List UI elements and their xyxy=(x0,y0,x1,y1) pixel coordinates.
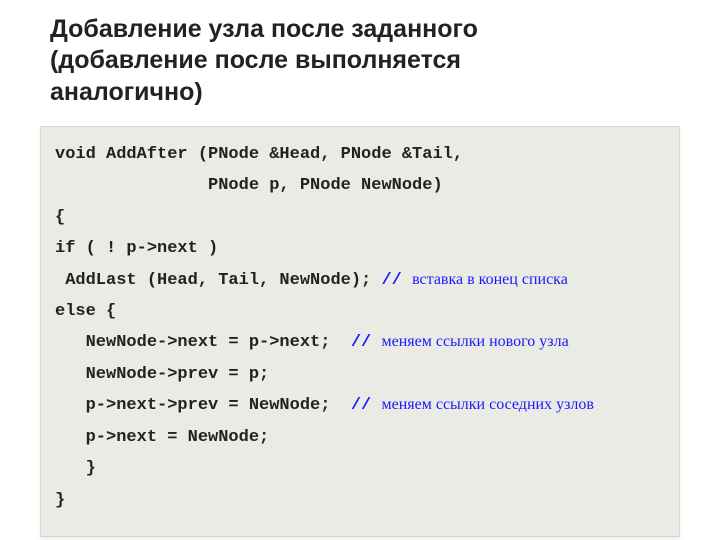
code-line: p->next = NewNode; xyxy=(55,422,665,453)
comment-slash: // xyxy=(351,396,382,415)
code-text: NewNode->next = p->next; xyxy=(55,333,351,352)
code-text: AddLast (Head, Tail, NewNode); xyxy=(55,271,381,290)
comment-slash: // xyxy=(381,271,412,290)
code-line: if ( ! p->next ) xyxy=(55,233,665,264)
comment-slash: // xyxy=(351,333,382,352)
code-line: } xyxy=(55,453,665,484)
code-line: else { xyxy=(55,296,665,327)
slide-title: Добавление узла после заданного (добавле… xyxy=(50,14,670,108)
code-line: NewNode->next = p->next; // меняем ссылк… xyxy=(55,327,665,358)
code-line: AddLast (Head, Tail, NewNode); // вставк… xyxy=(55,265,665,296)
code-line: { xyxy=(55,202,665,233)
title-line-1: Добавление узла после заданного xyxy=(50,15,478,43)
code-line: PNode p, PNode NewNode) xyxy=(55,170,665,201)
code-line: } xyxy=(55,485,665,516)
code-text: p->next->prev = NewNode; xyxy=(55,396,351,415)
code-block: void AddAfter (PNode &Head, PNode &Tail,… xyxy=(40,126,680,537)
title-line-3: аналогично) xyxy=(50,78,203,106)
title-line-2: (добавление после выполняется xyxy=(50,46,461,74)
code-line: p->next->prev = NewNode; // меняем ссылк… xyxy=(55,390,665,421)
code-comment: меняем ссылки соседних узлов xyxy=(381,396,593,413)
code-comment: вставка в конец списка xyxy=(412,271,568,288)
slide: Добавление узла после заданного (добавле… xyxy=(0,0,720,540)
code-line: NewNode->prev = p; xyxy=(55,359,665,390)
code-line: void AddAfter (PNode &Head, PNode &Tail, xyxy=(55,139,665,170)
code-comment: меняем ссылки нового узла xyxy=(381,333,568,350)
